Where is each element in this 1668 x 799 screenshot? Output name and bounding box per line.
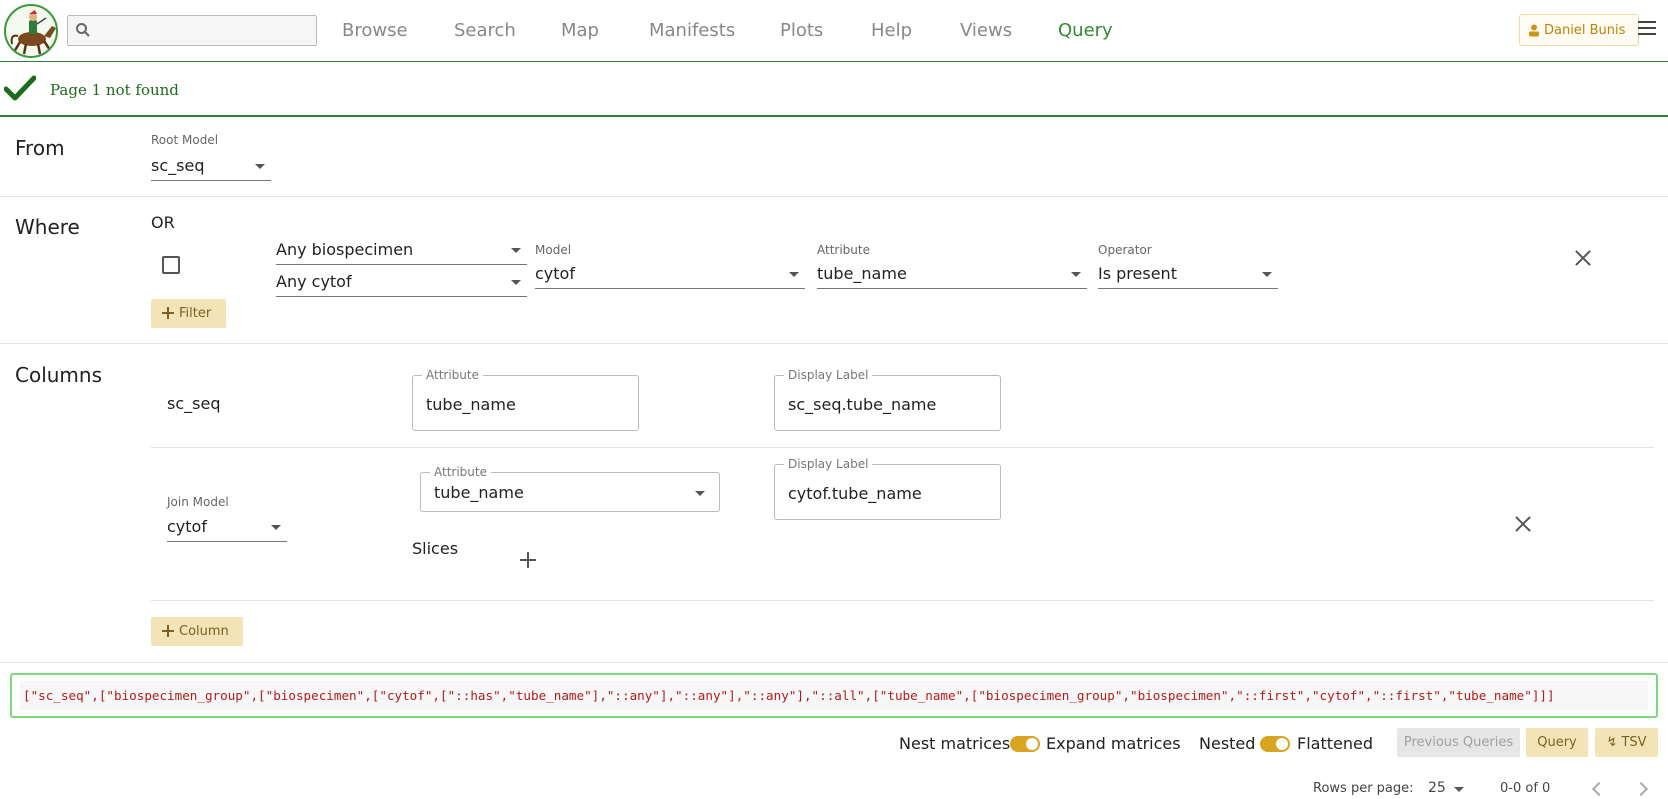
nav-link-search[interactable]: Search (454, 20, 516, 41)
add-filter-button[interactable]: Filter (151, 299, 226, 328)
scope-select-biospecimen[interactable]: Any biospecimen (276, 234, 527, 265)
logic-operator[interactable]: OR (151, 213, 175, 232)
remove-column-close-icon[interactable] (1515, 516, 1531, 532)
filter-model-value: cytof (535, 264, 575, 283)
horse-rider-logo-icon[interactable] (4, 4, 58, 58)
message-text: Page 1 not found (50, 81, 179, 99)
user-name: Daniel Bunis (1544, 23, 1626, 38)
add-column-label: Column (179, 624, 229, 639)
query-button[interactable]: Query (1526, 728, 1588, 757)
divider (0, 196, 1668, 197)
field-value: sc_seq.tube_name (788, 395, 937, 414)
divider (0, 343, 1668, 344)
field-legend: Display Label (784, 457, 873, 471)
scope-select-cytof[interactable]: Any cytof (276, 266, 527, 297)
chevron-down-icon (789, 272, 799, 277)
add-column-button[interactable]: Column (151, 617, 243, 646)
divider (151, 600, 1654, 601)
chevron-down-icon (1071, 272, 1081, 277)
chevron-down-icon (511, 248, 521, 253)
join-model-label: Join Model (167, 495, 229, 509)
previous-page-icon[interactable] (1591, 781, 1607, 797)
hamburger-menu-icon[interactable] (1638, 21, 1656, 37)
previous-queries-button[interactable]: Previous Queries (1397, 728, 1520, 757)
rows-per-page-value: 25 (1428, 780, 1446, 796)
chevron-down-icon (255, 164, 265, 169)
plus-icon (162, 307, 174, 319)
join-column-attribute-select[interactable]: Attribute tube_name (420, 465, 720, 512)
join-model-value: cytof (167, 517, 207, 536)
nav-link-map[interactable]: Map (561, 20, 599, 41)
slices-label: Slices (412, 539, 459, 558)
from-title: From (15, 136, 65, 160)
field-value: cytof.tube_name (788, 484, 922, 503)
join-column-display-label-field[interactable]: Display Label cytof.tube_name (774, 457, 1001, 520)
nav-link-browse[interactable]: Browse (342, 20, 408, 41)
chevron-down-icon (1262, 272, 1272, 277)
rows-per-page-label: Rows per page: (1313, 781, 1414, 796)
nav-link-views[interactable]: Views (960, 20, 1012, 41)
add-filter-label: Filter (179, 306, 212, 321)
field-legend: Attribute (430, 465, 491, 479)
nest-matrices-toggle[interactable] (1010, 736, 1040, 752)
chevron-down-icon (271, 525, 281, 530)
rows-per-page-select[interactable]: 25 (1428, 778, 1468, 798)
chevron-down-icon (511, 280, 521, 285)
search-input[interactable] (96, 18, 314, 43)
root-model-select[interactable]: sc_seq (151, 150, 271, 181)
scope-value: Any cytof (276, 272, 352, 291)
columns-title: Columns (15, 363, 103, 387)
checkmark-icon (4, 75, 36, 101)
divider (0, 662, 1668, 663)
filter-operator-value: Is present (1098, 264, 1177, 283)
root-model-label: Root Model (151, 133, 219, 147)
field-value: tube_name (426, 395, 516, 414)
flatten-toggle[interactable] (1260, 736, 1290, 752)
expand-matrices-label: Expand matrices (1046, 734, 1181, 753)
tsv-download-button[interactable]: ↯ TSV (1595, 728, 1658, 757)
nav-link-plots[interactable]: Plots (780, 20, 823, 41)
scope-value: Any biospecimen (276, 240, 414, 259)
nav-link-manifests[interactable]: Manifests (649, 20, 735, 41)
root-column-model: sc_seq (167, 394, 221, 413)
filter-operator-select[interactable]: Is present (1098, 258, 1278, 289)
top-nav: Browse Search Map Manifests Plots Help V… (0, 0, 1668, 62)
root-column-display-label-field[interactable]: Display Label sc_seq.tube_name (774, 368, 1001, 431)
nested-label: Nested (1199, 734, 1256, 753)
query-code-box[interactable]: ["sc_seq",["biospecimen_group",["biospec… (10, 673, 1658, 718)
filter-attribute-value: tube_name (817, 264, 907, 283)
filter-attribute-select[interactable]: tube_name (817, 258, 1087, 289)
search-icon (76, 23, 90, 37)
user-button[interactable]: Daniel Bunis (1519, 14, 1639, 46)
nav-link-help[interactable]: Help (871, 20, 912, 41)
divider (151, 447, 1654, 448)
filter-attribute-label: Attribute (817, 243, 870, 257)
filter-model-label: Model (535, 243, 572, 257)
nav-link-query[interactable]: Query (1058, 20, 1113, 41)
search-box (67, 15, 317, 46)
field-legend: Display Label (784, 368, 873, 382)
user-icon (1529, 24, 1539, 37)
filter-checkbox[interactable] (162, 256, 180, 274)
nest-matrices-label: Nest matrices (899, 734, 1011, 753)
chevron-down-icon (1454, 787, 1464, 792)
join-model-select[interactable]: cytof (167, 511, 287, 542)
flattened-label: Flattened (1297, 734, 1373, 753)
pager-range: 0-0 of 0 (1500, 781, 1551, 796)
filter-model-select[interactable]: cytof (535, 258, 805, 289)
message-bar: Page 1 not found (0, 62, 1668, 117)
remove-filter-close-icon[interactable] (1575, 250, 1591, 266)
query-code-text: ["sc_seq",["biospecimen_group",["biospec… (23, 688, 1555, 703)
where-title: Where (15, 215, 80, 239)
filter-operator-label: Operator (1098, 243, 1152, 257)
field-legend: Attribute (422, 368, 483, 382)
field-value: tube_name (434, 483, 524, 502)
next-page-icon[interactable] (1633, 781, 1649, 797)
add-slice-plus-icon[interactable] (520, 552, 536, 568)
root-model-value: sc_seq (151, 156, 205, 175)
root-column-attribute-field[interactable]: Attribute tube_name (412, 368, 639, 431)
chevron-down-icon (695, 491, 705, 496)
plus-icon (162, 625, 174, 637)
